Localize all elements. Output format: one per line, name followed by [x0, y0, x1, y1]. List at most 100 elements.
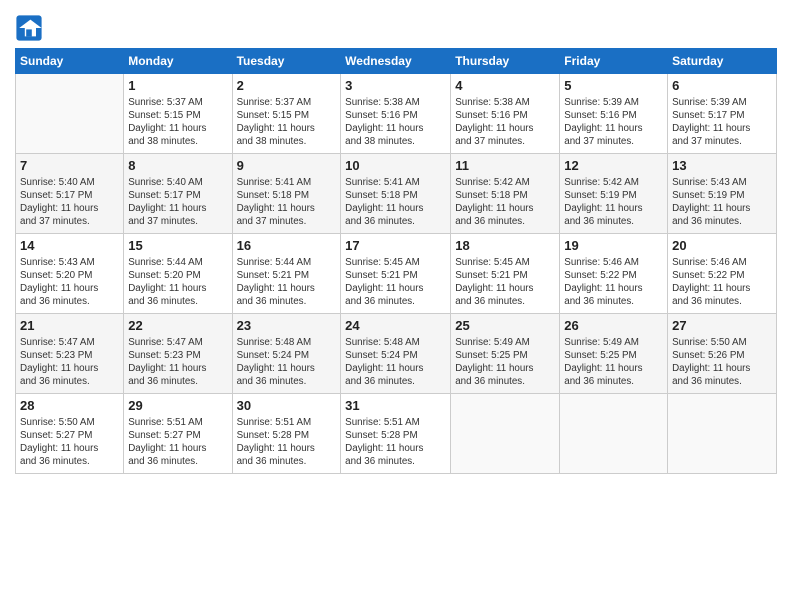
day-number: 13 [672, 157, 772, 175]
day-info: Sunrise: 5:41 AM Sunset: 5:18 PM Dayligh… [345, 176, 446, 229]
day-info: Sunrise: 5:48 AM Sunset: 5:24 PM Dayligh… [237, 336, 337, 389]
day-info: Sunrise: 5:45 AM Sunset: 5:21 PM Dayligh… [455, 256, 555, 309]
day-info: Sunrise: 5:38 AM Sunset: 5:16 PM Dayligh… [345, 96, 446, 149]
day-number: 8 [128, 157, 227, 175]
day-header-sunday: Sunday [16, 49, 124, 74]
day-info: Sunrise: 5:44 AM Sunset: 5:20 PM Dayligh… [128, 256, 227, 309]
day-number: 27 [672, 317, 772, 335]
day-info: Sunrise: 5:38 AM Sunset: 5:16 PM Dayligh… [455, 96, 555, 149]
calendar-cell: 2Sunrise: 5:37 AM Sunset: 5:15 PM Daylig… [232, 74, 341, 154]
day-number: 1 [128, 77, 227, 95]
day-info: Sunrise: 5:49 AM Sunset: 5:25 PM Dayligh… [564, 336, 663, 389]
day-number: 20 [672, 237, 772, 255]
day-header-saturday: Saturday [668, 49, 777, 74]
calendar-week-row: 1Sunrise: 5:37 AM Sunset: 5:15 PM Daylig… [16, 74, 777, 154]
day-number: 7 [20, 157, 119, 175]
calendar-table: SundayMondayTuesdayWednesdayThursdayFrid… [15, 48, 777, 474]
day-number: 12 [564, 157, 663, 175]
calendar-cell: 22Sunrise: 5:47 AM Sunset: 5:23 PM Dayli… [124, 314, 232, 394]
calendar-cell: 5Sunrise: 5:39 AM Sunset: 5:16 PM Daylig… [560, 74, 668, 154]
calendar-cell: 30Sunrise: 5:51 AM Sunset: 5:28 PM Dayli… [232, 394, 341, 474]
calendar-cell: 7Sunrise: 5:40 AM Sunset: 5:17 PM Daylig… [16, 154, 124, 234]
day-number: 17 [345, 237, 446, 255]
day-number: 28 [20, 397, 119, 415]
day-number: 25 [455, 317, 555, 335]
day-info: Sunrise: 5:39 AM Sunset: 5:16 PM Dayligh… [564, 96, 663, 149]
day-info: Sunrise: 5:46 AM Sunset: 5:22 PM Dayligh… [672, 256, 772, 309]
day-info: Sunrise: 5:43 AM Sunset: 5:20 PM Dayligh… [20, 256, 119, 309]
day-info: Sunrise: 5:42 AM Sunset: 5:18 PM Dayligh… [455, 176, 555, 229]
calendar-cell: 15Sunrise: 5:44 AM Sunset: 5:20 PM Dayli… [124, 234, 232, 314]
calendar-cell: 29Sunrise: 5:51 AM Sunset: 5:27 PM Dayli… [124, 394, 232, 474]
calendar-cell: 11Sunrise: 5:42 AM Sunset: 5:18 PM Dayli… [451, 154, 560, 234]
day-header-friday: Friday [560, 49, 668, 74]
day-number: 30 [237, 397, 337, 415]
calendar-cell: 9Sunrise: 5:41 AM Sunset: 5:18 PM Daylig… [232, 154, 341, 234]
calendar-cell: 10Sunrise: 5:41 AM Sunset: 5:18 PM Dayli… [341, 154, 451, 234]
calendar-cell: 25Sunrise: 5:49 AM Sunset: 5:25 PM Dayli… [451, 314, 560, 394]
calendar-cell [668, 394, 777, 474]
calendar-cell: 23Sunrise: 5:48 AM Sunset: 5:24 PM Dayli… [232, 314, 341, 394]
calendar-cell [451, 394, 560, 474]
calendar-cell [16, 74, 124, 154]
day-header-monday: Monday [124, 49, 232, 74]
day-number: 9 [237, 157, 337, 175]
page: SundayMondayTuesdayWednesdayThursdayFrid… [0, 0, 792, 612]
calendar-cell: 16Sunrise: 5:44 AM Sunset: 5:21 PM Dayli… [232, 234, 341, 314]
logo-icon [15, 14, 43, 42]
calendar-cell: 24Sunrise: 5:48 AM Sunset: 5:24 PM Dayli… [341, 314, 451, 394]
day-number: 19 [564, 237, 663, 255]
day-info: Sunrise: 5:49 AM Sunset: 5:25 PM Dayligh… [455, 336, 555, 389]
day-info: Sunrise: 5:48 AM Sunset: 5:24 PM Dayligh… [345, 336, 446, 389]
calendar-cell: 17Sunrise: 5:45 AM Sunset: 5:21 PM Dayli… [341, 234, 451, 314]
day-info: Sunrise: 5:41 AM Sunset: 5:18 PM Dayligh… [237, 176, 337, 229]
day-number: 3 [345, 77, 446, 95]
calendar-week-row: 21 Sunrise: 5:47 AM Sunset: 5:23 PM Dayli… [16, 314, 777, 394]
day-number: 10 [345, 157, 446, 175]
day-number: 29 [128, 397, 227, 415]
day-number: 14 [20, 237, 119, 255]
day-info: Sunrise: 5:46 AM Sunset: 5:22 PM Dayligh… [564, 256, 663, 309]
day-number: 4 [455, 77, 555, 95]
day-number: 15 [128, 237, 227, 255]
day-number: 11 [455, 157, 555, 175]
calendar-header-row: SundayMondayTuesdayWednesdayThursdayFrid… [16, 49, 777, 74]
day-info: Sunrise: 5:40 AM Sunset: 5:17 PM Dayligh… [20, 176, 119, 229]
day-info: Sunrise: 5:44 AM Sunset: 5:21 PM Dayligh… [237, 256, 337, 309]
calendar-cell: 4Sunrise: 5:38 AM Sunset: 5:16 PM Daylig… [451, 74, 560, 154]
calendar-cell: 18Sunrise: 5:45 AM Sunset: 5:21 PM Dayli… [451, 234, 560, 314]
calendar-cell: 26Sunrise: 5:49 AM Sunset: 5:25 PM Dayli… [560, 314, 668, 394]
day-header-thursday: Thursday [451, 49, 560, 74]
header [15, 10, 777, 42]
day-number: 16 [237, 237, 337, 255]
calendar-cell: 21Sunrise: 5:47 AM Sunset: 5:23 PM Dayli… [16, 314, 124, 394]
day-header-wednesday: Wednesday [341, 49, 451, 74]
calendar-cell: 20Sunrise: 5:46 AM Sunset: 5:22 PM Dayli… [668, 234, 777, 314]
day-number: 24 [345, 317, 446, 335]
calendar-cell: 13Sunrise: 5:43 AM Sunset: 5:19 PM Dayli… [668, 154, 777, 234]
day-info: Sunrise: 5:40 AM Sunset: 5:17 PM Dayligh… [128, 176, 227, 229]
calendar-cell: 3Sunrise: 5:38 AM Sunset: 5:16 PM Daylig… [341, 74, 451, 154]
day-info: Sunrise: 5:51 AM Sunset: 5:28 PM Dayligh… [345, 416, 446, 469]
day-number: 22 [128, 317, 227, 335]
day-info: Sunrise: 5:51 AM Sunset: 5:27 PM Dayligh… [128, 416, 227, 469]
day-number: 5 [564, 77, 663, 95]
calendar-cell: 1Sunrise: 5:37 AM Sunset: 5:15 PM Daylig… [124, 74, 232, 154]
day-number: 18 [455, 237, 555, 255]
day-info: Sunrise: 5:50 AM Sunset: 5:26 PM Dayligh… [672, 336, 772, 389]
day-info: Sunrise: 5:43 AM Sunset: 5:19 PM Dayligh… [672, 176, 772, 229]
calendar-cell: 28Sunrise: 5:50 AM Sunset: 5:27 PM Dayli… [16, 394, 124, 474]
calendar-week-row: 14Sunrise: 5:43 AM Sunset: 5:20 PM Dayli… [16, 234, 777, 314]
day-number: 26 [564, 317, 663, 335]
day-number: 21 [20, 317, 119, 335]
day-info: Sunrise: 5:51 AM Sunset: 5:28 PM Dayligh… [237, 416, 337, 469]
day-info: Sunrise: 5:37 AM Sunset: 5:15 PM Dayligh… [128, 96, 227, 149]
calendar-cell: 14Sunrise: 5:43 AM Sunset: 5:20 PM Dayli… [16, 234, 124, 314]
day-info: Sunrise: 5:37 AM Sunset: 5:15 PM Dayligh… [237, 96, 337, 149]
day-number: 6 [672, 77, 772, 95]
day-info: Sunrise: 5:45 AM Sunset: 5:21 PM Dayligh… [345, 256, 446, 309]
day-info: Sunrise: 5:47 AM Sunset: 5:23 PM Dayligh… [128, 336, 227, 389]
calendar-cell: 6Sunrise: 5:39 AM Sunset: 5:17 PM Daylig… [668, 74, 777, 154]
day-info: Sunrise: 5:39 AM Sunset: 5:17 PM Dayligh… [672, 96, 772, 149]
calendar-cell [560, 394, 668, 474]
